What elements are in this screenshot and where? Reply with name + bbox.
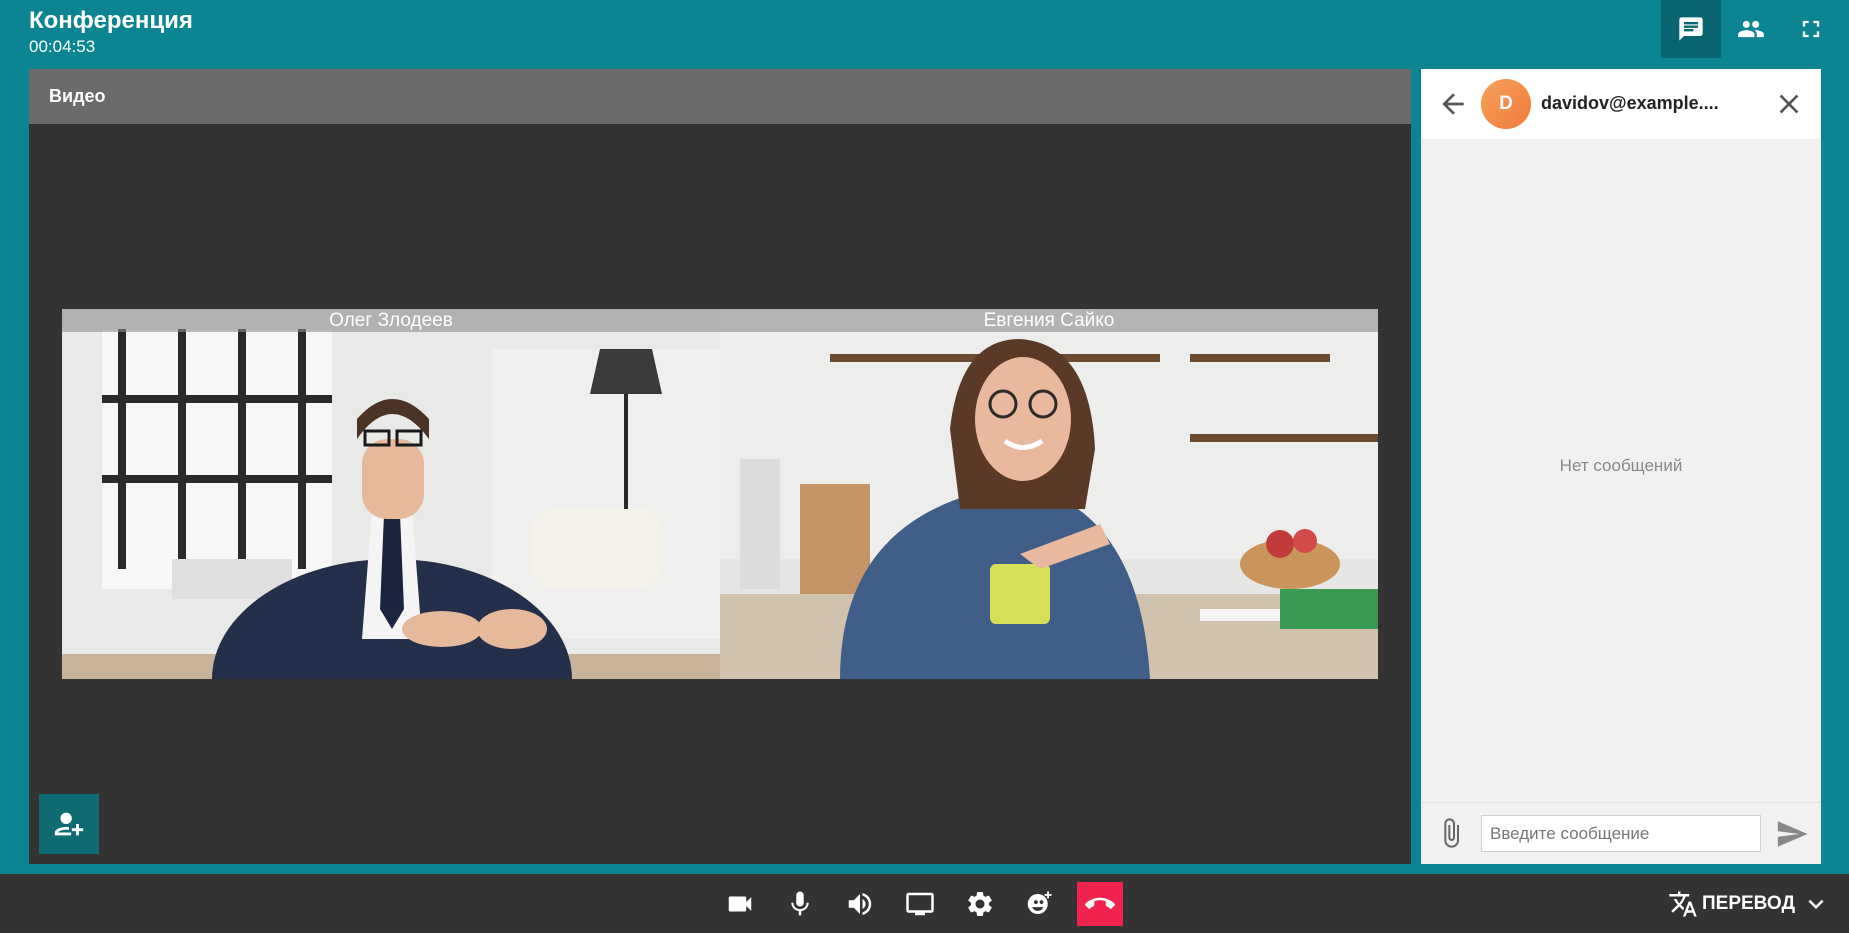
camera-icon	[728, 896, 752, 912]
participant-video-tile[interactable]: Олег Злодеев	[62, 309, 720, 679]
video-panel-title: Видео	[49, 86, 106, 106]
paperclip-icon	[1444, 818, 1459, 848]
message-input[interactable]	[1481, 815, 1761, 852]
chat-header: D davidov@example....	[1421, 69, 1821, 139]
video-panel: Видео Олег Злодеев Евгения Сайко	[29, 69, 1411, 864]
participant-video-feed	[720, 309, 1378, 679]
call-timer: 00:04:53	[29, 37, 96, 56]
settings-icon	[968, 892, 992, 916]
close-icon	[1779, 94, 1799, 114]
chat-contact-name: davidov@example....	[1541, 93, 1719, 113]
fullscreen-button[interactable]	[1781, 0, 1841, 58]
microphone-toggle-button[interactable]	[777, 882, 823, 926]
chevron-down-icon	[1808, 899, 1824, 909]
translate-icon	[1669, 891, 1697, 917]
empty-chat-message: Нет сообщений	[1559, 456, 1683, 475]
emoji-reaction-button[interactable]	[1016, 882, 1062, 926]
translate-dropdown[interactable]: ПЕРЕВОД	[1668, 888, 1831, 920]
hangup-icon	[1085, 897, 1115, 909]
fullscreen-icon	[1802, 20, 1820, 38]
volume-icon	[848, 893, 872, 915]
screen-share-button[interactable]	[897, 882, 943, 926]
chat-toggle-button[interactable]	[1661, 0, 1721, 58]
chat-input-bar	[1421, 802, 1821, 864]
participants-button[interactable]	[1721, 0, 1781, 58]
volume-button[interactable]	[837, 882, 883, 926]
conference-title: Конференция	[29, 7, 193, 34]
participant-video-tile[interactable]: Евгения Сайко	[720, 309, 1378, 679]
translate-label: ПЕРЕВОД	[1702, 893, 1795, 914]
chat-icon	[1679, 17, 1703, 41]
chat-panel: D davidov@example.... Нет сообщений	[1421, 69, 1821, 864]
send-button[interactable]	[1775, 817, 1809, 851]
top-header: Конференция 00:04:53	[0, 0, 1849, 69]
people-icon	[1738, 20, 1764, 38]
hangup-button[interactable]	[1077, 882, 1123, 926]
settings-button[interactable]	[957, 882, 1003, 926]
participant-video-feed	[62, 309, 720, 679]
emoji-icon	[1027, 891, 1052, 914]
video-panel-header: Видео	[29, 69, 1411, 124]
participant-name-label: Олег Злодеев	[62, 309, 720, 332]
participant-name-label: Евгения Сайко	[720, 309, 1378, 332]
call-toolbar: ПЕРЕВОД	[0, 874, 1849, 933]
avatar: D	[1481, 79, 1531, 129]
add-participant-button[interactable]	[39, 794, 99, 854]
screen-share-icon	[906, 892, 934, 916]
back-button[interactable]	[1437, 88, 1469, 120]
attach-button[interactable]	[1435, 817, 1467, 849]
close-chat-button[interactable]	[1773, 88, 1805, 120]
add-user-icon	[54, 812, 84, 836]
camera-toggle-button[interactable]	[717, 882, 763, 926]
arrow-back-icon	[1442, 93, 1464, 115]
send-icon	[1777, 821, 1808, 847]
microphone-icon	[791, 891, 809, 916]
